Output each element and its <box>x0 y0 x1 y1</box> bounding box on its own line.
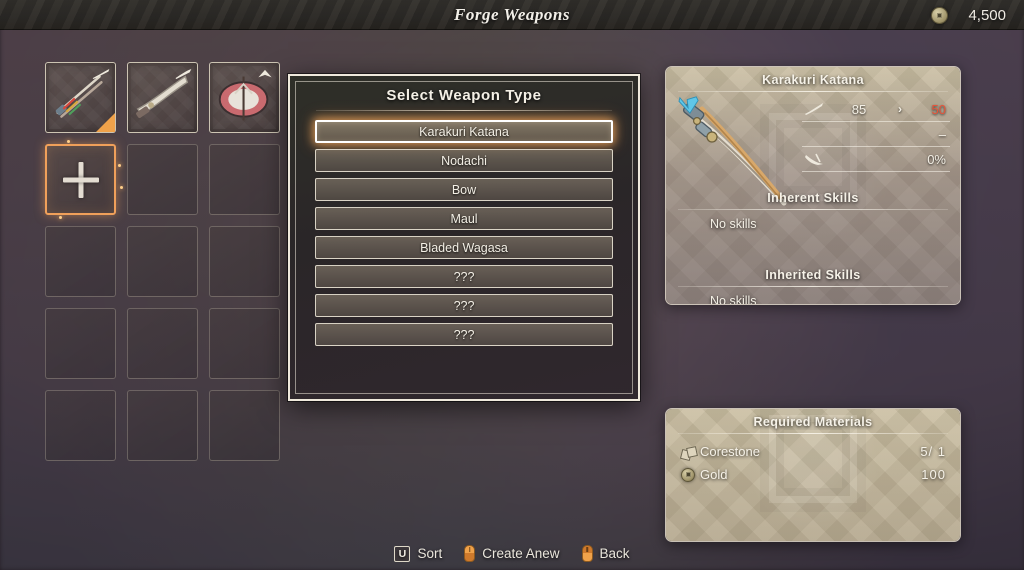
required-materials-panel: Required Materials Corestone 5/ 1 Gold 1… <box>665 408 961 542</box>
material-name: Corestone <box>700 444 760 459</box>
weapon-type-option-locked-3[interactable]: ??? <box>315 323 613 346</box>
inventory-slot-empty[interactable] <box>45 308 116 379</box>
option-label: Nodachi <box>441 153 487 168</box>
inventory-slot-empty[interactable] <box>127 226 198 297</box>
inventory-slot-empty[interactable] <box>45 390 116 461</box>
currency-display: 4,500 <box>931 0 1006 30</box>
materials-list: Corestone 5/ 1 Gold 100 <box>666 434 960 484</box>
stat-row-attack: 85 › 50 <box>802 97 950 122</box>
weapon-detail-body: Karakuri Katana 85 › 50 – 0% Inherent Sk… <box>666 67 960 304</box>
required-materials-title: Required Materials <box>753 415 873 429</box>
hint-label: Sort <box>417 546 443 561</box>
select-weapon-type-dialog: Select Weapon Type Karakuri Katana Nodac… <box>288 74 640 401</box>
weapon-inventory-grid <box>45 62 280 461</box>
option-label: Maul <box>450 211 478 226</box>
stat-row-crit: 0% <box>802 147 950 172</box>
option-label: Karakuri Katana <box>419 124 509 139</box>
inventory-slot-empty[interactable] <box>209 308 280 379</box>
option-label: ??? <box>453 298 475 313</box>
dialog-title: Select Weapon Type <box>386 87 542 104</box>
material-row-gold: Gold 100 <box>676 465 946 484</box>
inventory-slot-empty[interactable] <box>209 226 280 297</box>
inventory-slot-bladed-wagasa[interactable] <box>209 62 280 133</box>
material-quantity: 5/ 1 <box>920 444 946 459</box>
currency-amount: 4,500 <box>968 6 1006 24</box>
coin-icon <box>676 467 700 482</box>
inherited-skills-section: Inherited Skills No skills <box>666 262 960 305</box>
weapon-type-option-locked-1[interactable]: ??? <box>315 265 613 288</box>
key-u-icon: U <box>394 545 411 562</box>
weapon-stat-list: 85 › 50 – 0% <box>802 97 950 172</box>
option-label: ??? <box>453 327 475 342</box>
nodachi-icon <box>175 69 192 79</box>
weapon-type-option-nodachi[interactable]: Nodachi <box>315 149 613 172</box>
inventory-slot-empty[interactable] <box>127 308 198 379</box>
mouse-left-button-icon <box>464 545 476 562</box>
inherent-skills-title: Inherent Skills <box>767 191 859 205</box>
hint-create-anew[interactable]: Create Anew <box>464 545 560 562</box>
mouse-right-button-icon <box>581 545 593 562</box>
plus-icon <box>63 162 99 198</box>
wagasa-icon <box>258 69 272 78</box>
stat-new-value: 0% <box>927 151 946 167</box>
material-name: Gold <box>700 467 728 482</box>
coin-icon <box>931 6 948 24</box>
rarity-chevron-icon <box>678 96 699 114</box>
option-label: Bow <box>451 182 477 197</box>
ore-icon <box>676 446 700 458</box>
weapon-detail-panel: Karakuri Katana 85 › 50 – 0% Inherent Sk… <box>665 66 961 305</box>
crit-blade-icon <box>802 152 826 166</box>
stat-new-value: 50 <box>931 101 946 117</box>
inherent-skills-section: Inherent Skills No skills <box>666 185 960 231</box>
inventory-slot-empty[interactable] <box>127 144 198 215</box>
weapon-type-option-karakuri-katana[interactable]: Karakuri Katana <box>315 120 613 143</box>
inventory-slot-empty[interactable] <box>45 226 116 297</box>
weapon-type-option-list: Karakuri Katana Nodachi Bow Maul Bladed … <box>315 120 613 346</box>
hint-back[interactable]: Back <box>581 545 630 562</box>
material-quantity: 100 <box>921 467 946 482</box>
stat-row-secondary: – <box>802 122 950 147</box>
stat-new-value: – <box>938 126 946 142</box>
hint-label: Back <box>599 546 630 561</box>
dialog-title-divider <box>316 110 612 111</box>
weapon-type-option-bladed-wagasa[interactable]: Bladed Wagasa <box>315 236 613 259</box>
inherent-skills-value: No skills <box>710 217 757 231</box>
materials-body: Required Materials Corestone 5/ 1 Gold 1… <box>666 409 960 484</box>
option-label: ??? <box>453 269 475 284</box>
katana-icon <box>92 69 110 79</box>
weapon-name: Karakuri Katana <box>762 73 864 87</box>
attack-sword-icon <box>802 102 826 116</box>
inventory-slot-empty[interactable] <box>127 390 198 461</box>
weapon-type-option-maul[interactable]: Maul <box>315 207 613 230</box>
add-weapon-slot[interactable] <box>45 140 123 219</box>
inventory-slot-karakuri-katana[interactable] <box>45 62 116 133</box>
button-hint-bar: U Sort Create Anew Back <box>0 545 1024 562</box>
new-item-marker <box>96 113 115 132</box>
inventory-slot-empty[interactable] <box>209 390 280 461</box>
hint-sort[interactable]: U Sort <box>394 545 443 562</box>
hint-label: Create Anew <box>482 546 560 561</box>
weapon-type-option-locked-2[interactable]: ??? <box>315 294 613 317</box>
stat-base-value: 85 <box>851 101 867 117</box>
option-label: Bladed Wagasa <box>420 240 508 255</box>
inherited-skills-title: Inherited Skills <box>765 268 861 282</box>
inventory-slot-nodachi[interactable] <box>127 62 198 133</box>
inherited-skills-value: No skills <box>710 294 757 305</box>
weapon-type-option-bow[interactable]: Bow <box>315 178 613 201</box>
stat-arrow-icon: › <box>898 102 902 116</box>
material-row-corestone: Corestone 5/ 1 <box>676 442 946 461</box>
inventory-slot-empty[interactable] <box>209 144 280 215</box>
page-title: Forge Weapons <box>454 5 570 24</box>
